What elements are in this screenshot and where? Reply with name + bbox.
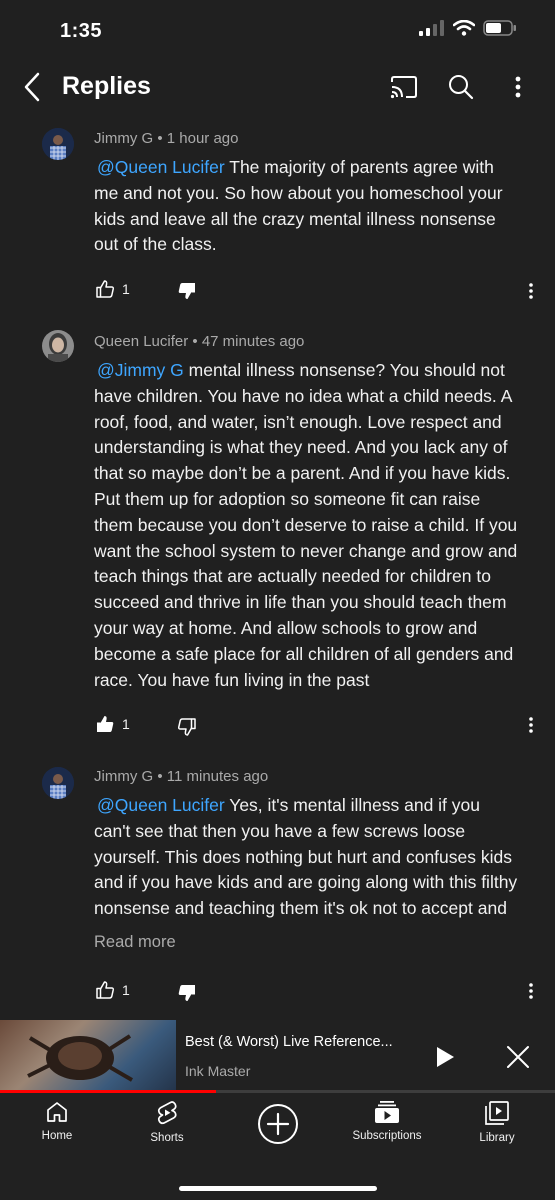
avatar[interactable]: [42, 330, 74, 362]
comment-meta: Jimmy G • 1 hour ago: [94, 130, 239, 147]
comment-more-button[interactable]: [522, 980, 540, 1002]
comment-text: @Queen Lucifer Yes, it's mental illness …: [94, 795, 518, 919]
chevron-left-icon: [24, 72, 40, 102]
more-vertical-icon: [529, 283, 533, 299]
back-button[interactable]: [18, 70, 46, 104]
like-button[interactable]: [93, 277, 117, 301]
read-more-link[interactable]: Read more: [94, 933, 176, 952]
comment-text: @Jimmy G mental illness nonsense? You sh…: [94, 360, 518, 690]
status-time: 1:35: [60, 20, 103, 42]
nav-create[interactable]: [233, 1103, 323, 1145]
avatar[interactable]: [42, 767, 74, 799]
comment-author[interactable]: Jimmy G: [94, 130, 153, 147]
mention-link[interactable]: @Jimmy G: [97, 360, 184, 380]
comment-time: 1 hour ago: [166, 130, 239, 147]
home-indicator: [179, 1186, 377, 1191]
status-icons: [419, 20, 517, 36]
battery-icon: [483, 20, 516, 36]
mini-player-thumbnail[interactable]: [0, 1020, 176, 1090]
close-mini-player-button[interactable]: [503, 1042, 533, 1072]
nav-label: Library: [479, 1132, 515, 1144]
nav-home[interactable]: Home: [12, 1100, 102, 1142]
comment-text: @Queen Lucifer The majority of parents a…: [94, 157, 503, 255]
comment-time: 11 minutes ago: [166, 768, 269, 785]
thumbs-up-icon: [96, 280, 115, 298]
avatar[interactable]: [42, 128, 74, 160]
mention-link[interactable]: @Queen Lucifer: [97, 157, 225, 177]
search-button[interactable]: [446, 72, 476, 102]
shorts-icon: [157, 1101, 177, 1125]
thumbs-down-icon: [177, 718, 196, 736]
comment-meta: Queen Lucifer • 47 minutes ago: [94, 333, 305, 350]
cast-icon: [390, 76, 417, 99]
search-icon: [449, 75, 474, 100]
nav-label: Subscriptions: [352, 1130, 422, 1142]
thumbs-down-filled-icon: [178, 985, 195, 1001]
like-button[interactable]: [93, 712, 117, 736]
like-count: 1: [122, 281, 130, 297]
like-count: 1: [122, 716, 130, 732]
mention-link[interactable]: @Queen Lucifer: [97, 795, 225, 815]
close-icon: [507, 1046, 529, 1068]
mini-player-channel: Ink Master: [185, 1063, 251, 1079]
dislike-button[interactable]: [175, 715, 199, 739]
comment-author[interactable]: Jimmy G: [94, 768, 153, 785]
thumbs-up-filled-icon: [97, 716, 114, 732]
nav-subscriptions[interactable]: Subscriptions: [342, 1100, 432, 1142]
nav-label: Home: [41, 1130, 73, 1142]
home-icon: [47, 1102, 67, 1122]
comment-author[interactable]: Queen Lucifer: [94, 333, 188, 350]
more-options-button[interactable]: [506, 72, 530, 102]
thumbs-down-filled-icon: [178, 283, 195, 299]
subscriptions-icon: [375, 1101, 399, 1123]
library-icon: [485, 1101, 509, 1125]
nav-library[interactable]: Library: [452, 1100, 542, 1144]
nav-shorts[interactable]: Shorts: [122, 1100, 212, 1144]
comment-time: 47 minutes ago: [201, 333, 305, 350]
comment-more-button[interactable]: [522, 280, 540, 302]
more-vertical-icon: [529, 717, 533, 733]
comment-meta: Jimmy G • 11 minutes ago: [94, 768, 269, 785]
play-icon: [437, 1047, 454, 1067]
like-count: 1: [122, 982, 130, 998]
more-vertical-icon: [529, 983, 533, 999]
wifi-icon: [453, 20, 475, 36]
signal-icon: [419, 20, 444, 36]
comment-more-button[interactable]: [522, 714, 540, 736]
cast-button[interactable]: [388, 72, 420, 102]
more-vertical-icon: [515, 76, 521, 98]
mini-player-title[interactable]: Best (& Worst) Live Reference...: [185, 1034, 393, 1050]
create-plus-icon: [258, 1104, 298, 1144]
dislike-button[interactable]: [175, 279, 199, 303]
dislike-button[interactable]: [175, 981, 199, 1005]
like-button[interactable]: [93, 978, 117, 1002]
play-button[interactable]: [430, 1042, 460, 1072]
page-title: Replies: [62, 72, 151, 100]
thumbs-up-icon: [96, 981, 115, 999]
nav-label: Shorts: [150, 1132, 184, 1144]
